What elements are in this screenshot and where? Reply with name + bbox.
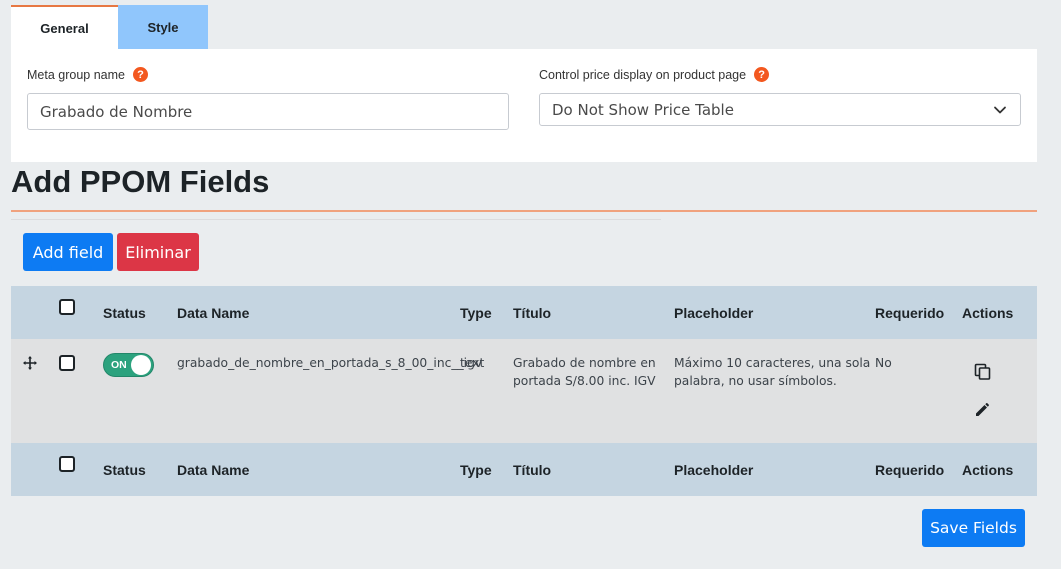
meta-group-name-value: Grabado de Nombre [40,102,193,121]
copy-icon[interactable] [974,363,992,381]
cell-titulo-line2: portada S/8.00 inc. IGV [513,374,656,388]
tab-bar: General Style [11,5,208,49]
column-header-requerido: Requerido [875,462,945,478]
meta-group-label: Meta group name [27,67,125,82]
column-header-data-name: Data Name [177,305,250,321]
price-display-label: Control price display on product page [539,67,747,82]
save-fields-button[interactable]: Save Fields [922,509,1025,547]
price-display-value: Do Not Show Price Table [552,100,734,119]
row-checkbox[interactable] [59,355,75,371]
cell-data-name: grabado_de_nombre_en_portada_s_8_00_inc_… [177,356,483,370]
settings-panel: Meta group name ? Grabado de Nombre Cont… [11,49,1037,162]
column-header-placeholder: Placeholder [674,305,754,321]
cell-requerido: No [875,356,892,370]
heading-divider [11,210,1037,212]
select-all-checkbox[interactable] [59,299,75,315]
status-toggle[interactable]: ON [103,353,154,377]
column-header-status: Status [103,462,146,478]
edit-icon[interactable] [974,402,990,418]
column-header-requerido: Requerido [875,305,945,321]
price-display-select[interactable]: Do Not Show Price Table [539,93,1021,126]
price-display-label-row: Control price display on product page ? [539,67,770,82]
meta-group-name-input[interactable]: Grabado de Nombre [27,93,509,130]
column-header-actions: Actions [962,462,1014,478]
meta-group-label-row: Meta group name ? [27,67,148,82]
tab-general[interactable]: General [11,5,118,49]
cell-placeholder-line1: Máximo 10 caracteres, una sola [674,356,871,370]
help-icon[interactable]: ? [132,67,148,82]
column-header-titulo: Título [513,462,552,478]
table-header: Status Data Name Type Título Placeholder… [11,286,1037,339]
column-header-type: Type [460,305,492,321]
column-header-actions: Actions [962,305,1014,321]
cell-placeholder-line2: palabra, no usar símbolos. [674,374,837,388]
page-title: Add PPOM Fields [11,164,270,199]
help-icon[interactable]: ? [754,67,770,82]
cell-titulo: Grabado de nombre en portada S/8.00 inc.… [513,354,656,390]
status-toggle-label: ON [111,359,127,371]
column-header-titulo: Título [513,305,552,321]
toggle-knob [131,355,151,375]
column-header-data-name: Data Name [177,462,250,478]
column-header-type: Type [460,462,492,478]
column-header-placeholder: Placeholder [674,462,754,478]
table-row: ON grabado_de_nombre_en_portada_s_8_00_i… [11,339,1037,443]
cell-type: text [460,356,485,370]
cell-placeholder: Máximo 10 caracteres, una sola palabra, … [674,354,870,390]
tab-style[interactable]: Style [118,5,208,49]
cell-titulo-line1: Grabado de nombre en [513,356,656,370]
divider [11,219,661,220]
delete-button[interactable]: Eliminar [117,233,199,271]
chevron-down-icon [994,106,1006,113]
column-header-status: Status [103,305,146,321]
select-all-checkbox[interactable] [59,456,75,472]
add-field-button[interactable]: Add field [23,233,113,271]
drag-handle-icon[interactable] [23,356,37,370]
table-footer: Status Data Name Type Título Placeholder… [11,443,1037,496]
